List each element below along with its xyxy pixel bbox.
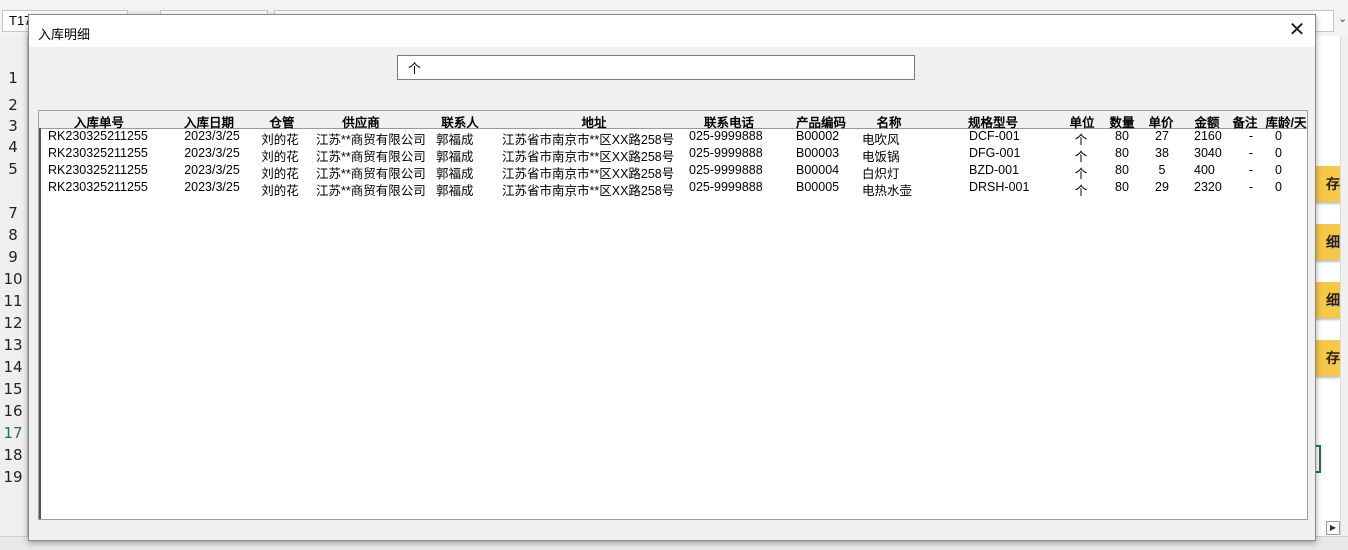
dialog-titlebar: 入库明细 ✕ [29, 15, 1315, 47]
list-cell: BZD-001 [969, 163, 1020, 177]
list-cell: 400 [1194, 163, 1215, 177]
list-cell: 025-9999888 [689, 180, 763, 194]
row-number[interactable]: 18 [0, 446, 26, 464]
row-number[interactable]: 17 [0, 424, 26, 442]
list-cell: - [1248, 163, 1254, 177]
list-cell: RK230325211255 [48, 146, 148, 160]
list-cell: 0 [1275, 163, 1282, 177]
inbound-detail-dialog: 入库明细 ✕ 入库单号入库日期仓管供应商联系人地址联系电话产品编码名称规格型号单… [28, 14, 1316, 541]
row-number[interactable]: 12 [0, 314, 26, 332]
row-number[interactable]: 13 [0, 336, 26, 354]
sheet-button-1[interactable]: 存 [1313, 166, 1340, 202]
sheet-button-3[interactable]: 细 [1313, 282, 1340, 318]
list-item[interactable]: RK230325211255 2023/3/25 刘的花 江苏**商贸有限公司 郭福成 江… [39, 180, 1307, 198]
list-cell: 025-9999888 [689, 129, 763, 143]
list-cell: 2023/3/25 [184, 180, 240, 194]
detail-list[interactable]: 入库单号 入库日期 仓管 供应商 联系人 地址 联系电话 产品编码 名称 规格型号 单位 数量 单价 金额… [38, 110, 1308, 520]
row-number[interactable]: 14 [0, 358, 26, 376]
list-cell: 80 [1115, 129, 1129, 143]
list-cell: 电热水壶 [862, 184, 913, 198]
list-cell: 0 [1275, 146, 1282, 160]
row-header: 1 2 3 4 5 7 8 9 10 11 12 13 14 15 16 17 18 19 [0, 36, 28, 536]
search-input[interactable] [397, 55, 915, 80]
vertical-scrollbar[interactable] [1340, 36, 1348, 536]
list-cell: 38 [1155, 146, 1169, 160]
list-cell: - [1248, 129, 1254, 143]
list-cell: 2023/3/25 [184, 146, 240, 160]
list-cell: 3040 [1194, 146, 1222, 160]
list-cell: 2160 [1194, 129, 1222, 143]
row-number[interactable]: 4 [0, 138, 26, 156]
list-cell: RK230325211255 [48, 180, 148, 194]
list-cell: RK230325211255 [48, 163, 148, 177]
row-number[interactable]: 1 [0, 69, 26, 87]
row-number[interactable]: 19 [0, 468, 26, 486]
list-item[interactable]: RK230325211255 2023/3/25 刘的花 江苏**商贸有限公司 郭福成江… [39, 129, 1307, 147]
row-number[interactable]: 10 [0, 270, 26, 288]
list-cell: 0 [1275, 180, 1282, 194]
row-number[interactable]: 2 [0, 96, 26, 114]
row-number[interactable]: 15 [0, 380, 26, 398]
list-cell: 80 [1115, 163, 1129, 177]
list-cell: - [1248, 146, 1254, 160]
list-cell: 郭福成 [436, 184, 474, 198]
list-cell: 2023/3/25 [184, 163, 240, 177]
row-number[interactable]: 16 [0, 402, 26, 420]
list-cell: B00002 [796, 129, 840, 143]
list-cell: DFG-001 [969, 146, 1021, 160]
row-number[interactable]: 5 [0, 160, 26, 178]
row-number[interactable]: 9 [0, 248, 26, 266]
sheet-button-2[interactable]: 细 [1313, 224, 1340, 260]
list-cell: 29 [1155, 180, 1169, 194]
list-cell: DRSH-001 [969, 180, 1030, 194]
dialog-title: 入库明细 [38, 27, 91, 42]
list-cell: 27 [1155, 129, 1169, 143]
list-item[interactable]: RK230325211255 2023/3/25 刘的花 江苏**商贸有限公司 郭福成江… [39, 146, 1307, 164]
list-cell: 2023/3/25 [184, 129, 240, 143]
row-number[interactable]: 8 [0, 226, 26, 244]
list-cell: 0 [1275, 129, 1282, 143]
list-cell: - [1248, 180, 1254, 194]
list-cell: B00003 [796, 146, 840, 160]
row-number[interactable]: 11 [0, 292, 26, 310]
list-cell: RK230325211255 [48, 129, 148, 143]
list-cell: 刘的花 [261, 184, 299, 198]
list-cell: 个 [1074, 184, 1088, 198]
chevron-down-icon[interactable]: ⌄ [1338, 12, 1347, 25]
close-icon[interactable]: ✕ [1285, 18, 1309, 42]
list-cell: 江苏**商贸有限公司 [316, 184, 426, 198]
sheet-button-4[interactable]: 存 [1313, 340, 1340, 376]
list-cell: 江苏省市南京市**区XX路258号 [502, 184, 675, 198]
scroll-right-icon[interactable]: ▶ [1326, 521, 1340, 535]
column-header-row: 入库单号 入库日期 仓管 供应商 联系人 地址 联系电话 产品编码 名称 规格型号 单位 数量 单价 金额… [39, 111, 1307, 130]
list-cell: DCF-001 [969, 129, 1020, 143]
list-cell: B00005 [796, 180, 840, 194]
list-cell: 80 [1115, 146, 1129, 160]
row-number[interactable]: 7 [0, 204, 26, 222]
list-cell: 5 [1158, 163, 1166, 177]
row-number[interactable]: 3 [0, 117, 26, 135]
list-cell: B00004 [796, 163, 840, 177]
list-cell: 025-9999888 [689, 146, 763, 160]
list-item[interactable]: RK230325211255 2023/3/25 刘的花 江苏**商贸有限公司 郭福成江… [39, 163, 1307, 181]
list-cell: 80 [1115, 180, 1129, 194]
list-cell: 2320 [1194, 180, 1222, 194]
list-cell: 025-9999888 [689, 163, 763, 177]
